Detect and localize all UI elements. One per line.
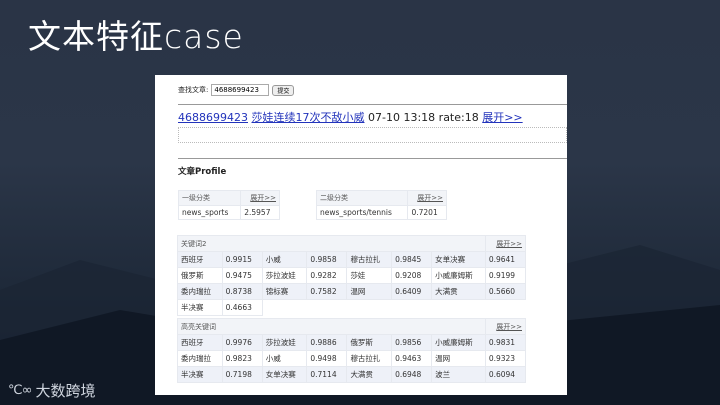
keyword-score: 0.6094	[484, 366, 527, 383]
table-row: 半决赛 0.4663	[177, 299, 526, 316]
expand-link[interactable]: 展开>>	[484, 318, 527, 335]
keyword: 半决赛	[177, 366, 223, 383]
keyword-score: 0.9208	[391, 267, 433, 284]
keyword: 莎娃	[346, 267, 393, 284]
brand-logo: ℃∞ 大数跨境	[8, 380, 95, 401]
submit-button[interactable]: 提交	[272, 84, 295, 96]
cat1-score: 2.5957	[240, 205, 280, 220]
keyword-score: 0.9641	[484, 251, 527, 268]
keyword: 穆古拉扎	[346, 350, 393, 367]
keyword: 女单决赛	[431, 251, 486, 268]
article-title-link[interactable]: 莎娃连续17次不敌小威	[252, 111, 365, 124]
search-input[interactable]	[211, 84, 270, 96]
keyword-score: 0.9823	[221, 350, 263, 367]
keyword-score: 0.5660	[484, 283, 527, 300]
article-content-box	[178, 127, 567, 143]
keyword: 莎拉波娃	[261, 334, 308, 351]
divider	[178, 158, 567, 159]
keyword-score: 0.9886	[306, 334, 348, 351]
article-id-link[interactable]: 4688699423	[178, 111, 248, 124]
search-row: 查找文章: 提交	[178, 84, 295, 96]
keyword: 小威廉姆斯	[431, 267, 486, 284]
table-row: 俄罗斯 0.9475 莎拉波娃 0.9282 莎娃 0.9208 小威廉姆斯 0.9199	[177, 267, 527, 284]
category2-table: 二级分类 展开>> news_sports/tennis 0.7201	[315, 190, 447, 220]
keyword-score: 0.9498	[306, 350, 348, 367]
keyword: 女单决赛	[261, 366, 308, 383]
keyword-score: 0.9856	[391, 334, 433, 351]
keyword-score: 0.9858	[306, 251, 348, 268]
cat1-header: 一级分类	[177, 190, 242, 206]
keyword-score: 0.9463	[391, 350, 433, 367]
keyword-score: 0.7114	[306, 366, 348, 383]
keyword: 温网	[431, 350, 486, 367]
keyword-score: 0.9199	[484, 267, 527, 284]
category1-table: 一级分类 展开>> news_sports 2.5957	[177, 190, 280, 220]
cat2-score: 0.7201	[407, 205, 447, 220]
table-row: 半决赛 0.7198 女单决赛 0.7114 大满贯 0.6948 波兰 0.6094	[177, 366, 527, 383]
table-row: 西班牙 0.9915 小威 0.9858 穆古拉扎 0.9845 女单决赛 0.9641	[177, 251, 527, 268]
keyword: 俄罗斯	[346, 334, 393, 351]
keyword-score: 0.6409	[391, 283, 433, 300]
keyword: 小威廉姆斯	[431, 334, 486, 351]
keyword: 大满贯	[431, 283, 486, 300]
keyword: 莎拉波娃	[261, 267, 308, 284]
cat2-header: 二级分类	[315, 190, 409, 206]
slide-title: 文本特征case	[28, 17, 244, 56]
expand-link[interactable]: 展开>>	[484, 235, 527, 252]
keyword: 小威	[261, 350, 308, 367]
search-label: 查找文章:	[178, 86, 209, 94]
article-rate: rate:18	[438, 111, 479, 124]
keyword-score: 0.4663	[221, 299, 263, 316]
cat2-expand-link[interactable]: 展开>>	[407, 190, 447, 206]
table-row: 委内瑞拉 0.8738 锦标赛 0.7582 温网 0.6409 大满贯 0.5660	[177, 283, 527, 300]
keyword: 穆古拉扎	[346, 251, 393, 268]
keywords2-table: 关键词2 展开>> 西班牙 0.9915 小威 0.9858 穆古拉扎 0.9845 女单决赛 0…	[177, 235, 527, 316]
keyword: 温网	[346, 283, 393, 300]
keyword-score: 0.9915	[221, 251, 263, 268]
keyword: 半决赛	[177, 299, 223, 316]
keyword-score: 0.9282	[306, 267, 348, 284]
table-row: 西班牙 0.9976 莎拉波娃 0.9886 俄罗斯 0.9856 小威廉姆斯 0.9831	[177, 334, 527, 351]
keyword-score: 0.7198	[221, 366, 263, 383]
cat2-name: news_sports/tennis	[315, 205, 409, 220]
keyword-score: 0.7582	[306, 283, 348, 300]
article-time: 07-10 13:18	[368, 111, 436, 124]
divider	[178, 104, 567, 105]
keyword-score: 0.9976	[221, 334, 263, 351]
table-row: 委内瑞拉 0.9823 小威 0.9498 穆古拉扎 0.9463 温网 0.9323	[177, 350, 527, 367]
keyword: 西班牙	[177, 334, 223, 351]
article-line: 4688699423 莎娃连续17次不敌小威 07-10 13:18 rate:…	[178, 109, 523, 125]
cat1-expand-link[interactable]: 展开>>	[240, 190, 280, 206]
keyword-score: 0.6948	[391, 366, 433, 383]
profile-heading: 文章Profile	[178, 167, 227, 177]
cat1-name: news_sports	[177, 205, 242, 220]
keyword-score: 0.9845	[391, 251, 433, 268]
highlight-keywords-table: 高亮关键词 展开>> 西班牙 0.9976 莎拉波娃 0.9886 俄罗斯 0.9856 小威廉…	[177, 318, 527, 383]
table-header: 关键词2	[177, 235, 486, 252]
table-header: 高亮关键词	[177, 318, 486, 335]
logo-text: 大数跨境	[35, 382, 96, 400]
keyword-score: 0.9475	[221, 267, 263, 284]
keyword: 锦标赛	[261, 283, 308, 300]
keyword: 委内瑞拉	[177, 283, 223, 300]
keyword-score: 0.9323	[484, 350, 527, 367]
keyword: 大满贯	[346, 366, 393, 383]
keyword-score: 0.8738	[221, 283, 263, 300]
keyword: 小威	[261, 251, 308, 268]
keyword: 委内瑞拉	[177, 350, 223, 367]
keyword: 俄罗斯	[177, 267, 223, 284]
keyword: 西班牙	[177, 251, 223, 268]
logo-icon: ℃∞	[8, 383, 32, 398]
keyword-score: 0.9831	[484, 334, 527, 351]
keyword: 波兰	[431, 366, 486, 383]
web-screenshot: 查找文章: 提交 4688699423 莎娃连续17次不敌小威 07-10 13…	[155, 75, 567, 395]
article-expand-link[interactable]: 展开>>	[482, 111, 522, 124]
